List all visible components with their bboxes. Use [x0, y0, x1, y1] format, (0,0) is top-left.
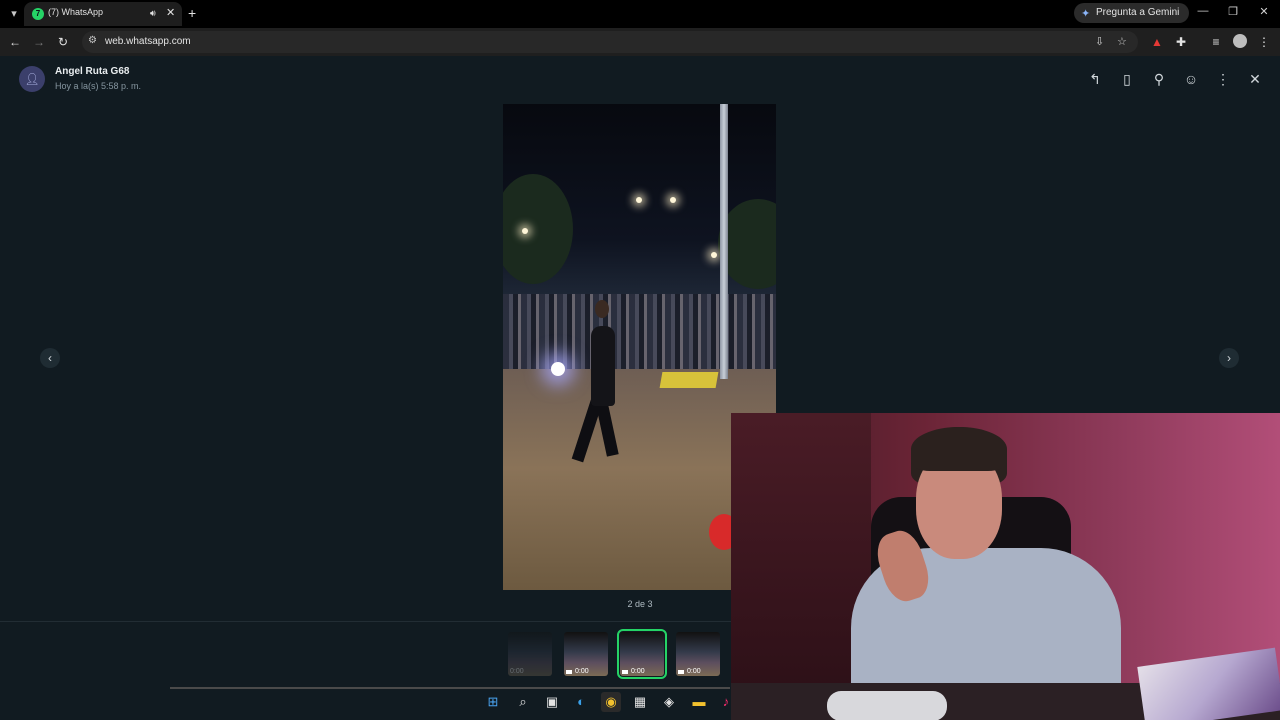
- windows-start-icon[interactable]: ⊞: [483, 692, 503, 712]
- search-icon[interactable]: ⌕: [513, 692, 533, 712]
- bookmark-icon[interactable]: ▯: [1118, 70, 1136, 88]
- browser-toolbar: ← → ↻ ⚙ web.whatsapp.com ⇩ ☆ ▲ ✚ ≡ ⋮: [0, 28, 1280, 56]
- message-timestamp: Hoy a la(s) 5:58 p. m.: [55, 81, 142, 91]
- store-icon[interactable]: ▦: [630, 692, 650, 712]
- yellow-mat: [659, 372, 719, 388]
- game-controller: [827, 691, 947, 720]
- chevron-down-icon[interactable]: ▾: [6, 6, 22, 22]
- thumbnail[interactable]: 0:00: [508, 632, 552, 676]
- video-icon: [678, 670, 684, 674]
- folder-icon[interactable]: ▬: [689, 692, 709, 712]
- arrow-left-icon[interactable]: ←: [7, 34, 23, 50]
- horizontal-scrollbar[interactable]: [170, 687, 730, 689]
- spotlight: [551, 362, 565, 376]
- street-lamp: [636, 197, 642, 203]
- gemini-button[interactable]: ✦ Pregunta a Gemini: [1074, 3, 1190, 23]
- crowd: [503, 294, 776, 374]
- thumbnail-active[interactable]: 0:00: [617, 629, 667, 679]
- reply-icon[interactable]: ↰: [1086, 70, 1104, 88]
- whatsapp-icon: 7: [32, 8, 44, 20]
- street-lamp: [711, 252, 717, 258]
- thumbnail-duration: 0:00: [510, 668, 524, 675]
- snack-bag: [1137, 647, 1280, 720]
- minimize-icon[interactable]: —: [1193, 5, 1213, 17]
- plus-icon[interactable]: +: [188, 5, 196, 21]
- thumbnail-duration: 0:00: [631, 668, 645, 675]
- close-window-icon[interactable]: ✕: [1254, 5, 1274, 18]
- install-icon[interactable]: ⇩: [1095, 35, 1104, 48]
- tab-title: (7) WhatsApp: [48, 7, 104, 17]
- media-counter: 2 de 3: [627, 599, 653, 609]
- chrome-icon[interactable]: ◉: [601, 692, 621, 712]
- thumbnail-duration: 0:00: [575, 668, 589, 675]
- pdf-icon[interactable]: ▲: [1149, 34, 1165, 50]
- browser-tab-bar: ▾ 7 (7) WhatsApp 🔊︎ ✕ + ✦ Pregunta a Gem…: [0, 0, 1280, 28]
- ea-app-icon[interactable]: ◈: [659, 692, 679, 712]
- street-lamp: [522, 228, 528, 234]
- task-view-icon[interactable]: ▣: [542, 692, 562, 712]
- sparkle-icon: ✦: [1081, 8, 1091, 20]
- tune-icon[interactable]: ⚙: [88, 35, 97, 46]
- wall: [731, 413, 871, 720]
- avatar-icon[interactable]: [1233, 34, 1247, 48]
- media-controls-icon[interactable]: ≡: [1208, 34, 1224, 50]
- thumbnail[interactable]: 0:00: [676, 632, 720, 676]
- reload-icon[interactable]: ↻: [55, 34, 71, 50]
- tab-whatsapp[interactable]: 7 (7) WhatsApp 🔊︎ ✕: [24, 2, 182, 26]
- thumbnail-duration: 0:00: [687, 668, 701, 675]
- webcam-overlay: [731, 413, 1280, 720]
- street-lamp: [670, 197, 676, 203]
- dancer: [591, 326, 615, 406]
- video-icon: [622, 670, 628, 674]
- arrow-right-icon[interactable]: →: [31, 34, 47, 50]
- speaker-icon[interactable]: 🔊︎: [150, 8, 156, 19]
- edge-icon[interactable]: ◐: [571, 692, 591, 712]
- close-icon[interactable]: ✕: [166, 6, 175, 19]
- kebab-icon[interactable]: ⋮: [1214, 70, 1232, 88]
- person-hair-top: [911, 427, 1007, 471]
- url-text[interactable]: web.whatsapp.com: [105, 36, 191, 47]
- sender-name[interactable]: Angel Ruta G68: [55, 66, 129, 77]
- star-icon[interactable]: ☆: [1117, 35, 1127, 48]
- pin-icon[interactable]: ⚲: [1150, 70, 1168, 88]
- tree-shape: [503, 174, 573, 284]
- avatar[interactable]: 👤︎: [19, 66, 45, 92]
- kebab-icon[interactable]: ⋮: [1256, 34, 1272, 50]
- puzzle-icon[interactable]: ✚: [1173, 34, 1189, 50]
- chevron-right-icon[interactable]: ›: [1219, 348, 1239, 368]
- emoji-icon[interactable]: ☺: [1182, 70, 1200, 88]
- lamp-pole: [720, 104, 728, 379]
- close-icon[interactable]: ✕: [1246, 70, 1264, 88]
- thumbnail[interactable]: 0:00: [564, 632, 608, 676]
- gemini-label: Pregunta a Gemini: [1096, 7, 1180, 18]
- dancer-head: [595, 300, 609, 318]
- chevron-left-icon[interactable]: ‹: [40, 348, 60, 368]
- restore-icon[interactable]: ❐: [1223, 5, 1243, 18]
- address-bar[interactable]: ⚙ web.whatsapp.com ⇩ ☆: [82, 31, 1138, 53]
- video-icon: [566, 670, 572, 674]
